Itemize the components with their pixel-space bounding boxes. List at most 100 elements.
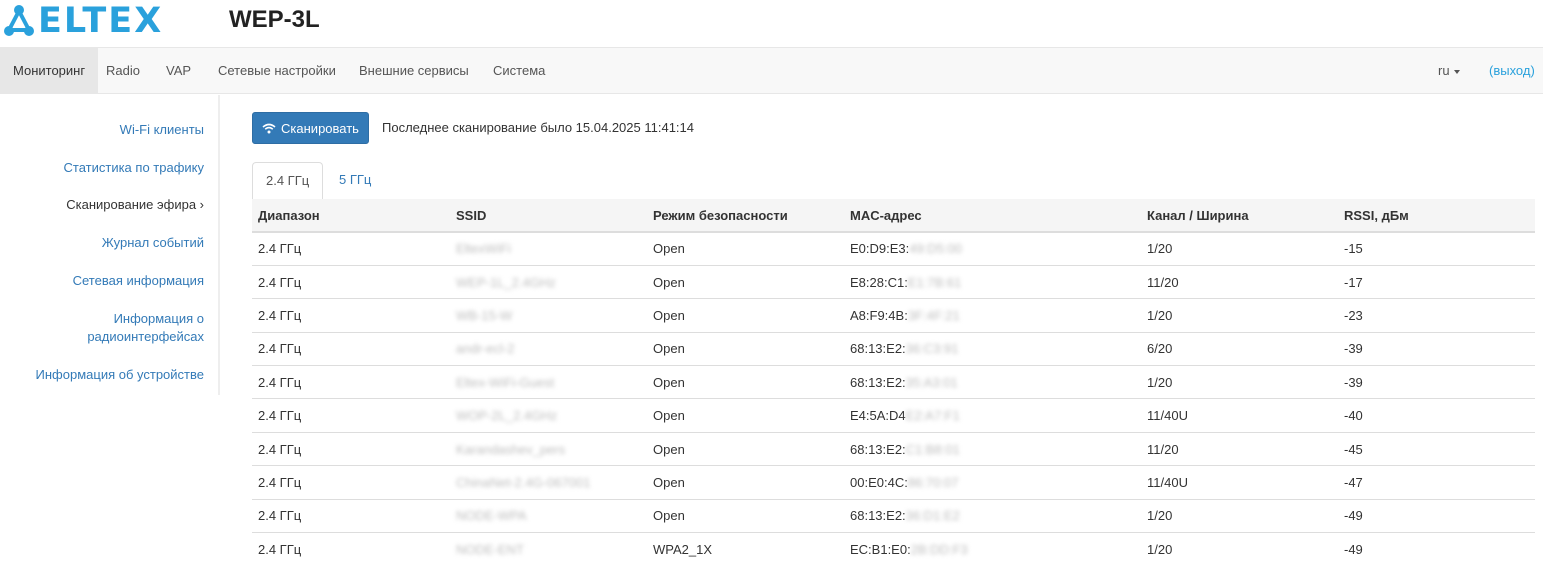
nav-item-vap[interactable]: VAP — [153, 48, 204, 94]
sidebar-item-air-scan[interactable]: Сканирование эфира › — [66, 196, 204, 214]
mac-prefix: E4:5A:D4 — [850, 408, 906, 424]
mac-prefix: 68:13:E2: — [850, 374, 906, 390]
cell-channel: 1/20 — [1141, 532, 1338, 566]
ssid-redacted: NODE-ENT — [456, 541, 524, 557]
mac-redacted: 35:A3:01 — [905, 374, 958, 390]
scan-button-label: Сканировать — [281, 120, 359, 136]
sidebar-item-radio-info[interactable]: Информация о радиоинтерфейсах — [87, 310, 204, 346]
ssid-redacted: Karandashev_pers — [456, 441, 566, 457]
table-row: 2.4 ГГц WEP-1L_2.4GHz Open E8:28:C1:E1:7B:6… — [252, 264, 1535, 299]
cell-rssi: -39 — [1338, 365, 1535, 399]
product-name: WEP-3L — [229, 6, 320, 33]
column-header-ssid[interactable]: SSID — [450, 199, 647, 233]
ssid-redacted: ChinaNet-2.4G-067001 — [456, 474, 591, 490]
ssid-redacted: WEP-1L_2.4GHz — [456, 274, 556, 290]
cell-rssi: -49 — [1338, 532, 1535, 566]
sidebar-item-wifi-clients[interactable]: Wi-Fi клиенты — [120, 121, 204, 139]
cell-channel: 1/20 — [1141, 365, 1338, 399]
cell-ssid: Eltex-WiFi-Guest — [450, 365, 647, 399]
cell-rssi: -17 — [1338, 264, 1535, 299]
cell-range: 2.4 ГГц — [252, 298, 450, 333]
band-tabs: 2.4 ГГц 5 ГГц — [252, 162, 1535, 201]
tab-2-4ghz[interactable]: 2.4 ГГц — [252, 162, 324, 201]
cell-rssi: -40 — [1338, 398, 1535, 433]
cell-ssid: andr-ecl-2 — [450, 331, 647, 366]
column-header-range[interactable]: Диапазон — [252, 199, 450, 233]
cell-security: Open — [647, 298, 844, 333]
cell-security: Open — [647, 264, 844, 299]
sidebar-item-device-info[interactable]: Информация об устройстве — [36, 366, 204, 384]
nav-item-monitoring[interactable]: Мониторинг — [0, 48, 99, 94]
sidebar-item-radio-info-line1: Информация о — [113, 311, 204, 326]
cell-mac: 68:13:E2:36:C3:91 — [844, 331, 1141, 366]
cell-security: Open — [647, 331, 844, 366]
language-dropdown[interactable]: ru — [1432, 48, 1466, 94]
cell-ssid: NODE-ENT — [450, 532, 647, 566]
cell-mac: A8:F9:4B:3F:4F:21 — [844, 298, 1141, 333]
cell-channel: 11/40U — [1141, 465, 1338, 500]
column-header-security[interactable]: Режим безопасности — [647, 199, 844, 233]
cell-range: 2.4 ГГц — [252, 532, 450, 566]
cell-channel: 11/20 — [1141, 431, 1338, 466]
scan-button[interactable]: Сканировать — [252, 112, 369, 144]
nav-item-external-services[interactable]: Внешние сервисы — [346, 48, 482, 94]
cell-rssi: -49 — [1338, 498, 1535, 533]
cell-mac: E4:5A:D4E2:A7:F1 — [844, 398, 1141, 433]
language-label: ru — [1438, 63, 1450, 78]
logout-link[interactable]: (выход) — [1489, 48, 1535, 94]
table-row: 2.4 ГГц EltexWiFi Open E0:D9:E3:49:D5:00 1/2… — [252, 231, 1535, 266]
column-header-channel[interactable]: Канал / Ширина — [1141, 199, 1338, 233]
wifi-icon — [262, 123, 276, 133]
cell-ssid: WOP-2L_2.4GHz — [450, 398, 647, 433]
cell-mac: 68:13:E2:36:D1:E2 — [844, 498, 1141, 533]
ssid-redacted: EltexWiFi — [456, 241, 511, 257]
mac-prefix: E8:28:C1: — [850, 274, 908, 290]
cell-security: WPA2_1X — [647, 532, 844, 566]
nav-item-network-settings[interactable]: Сетевые настройки — [205, 48, 349, 94]
table-row: 2.4 ГГц NODE-ENT WPA2_1X EC:B1:E0:2B:DD:F3 1… — [252, 532, 1535, 566]
cell-mac: E8:28:C1:E1:7B:61 — [844, 264, 1141, 299]
cell-security: Open — [647, 365, 844, 399]
table-row: 2.4 ГГц andr-ecl-2 Open 68:13:E2:36:C3:91 6/… — [252, 331, 1535, 366]
cell-ssid: WEP-1L_2.4GHz — [450, 264, 647, 299]
scan-results-table: Диапазон SSID Режим безопасности MAC-адр… — [252, 199, 1535, 566]
table-row: 2.4 ГГц NODE-WPA Open 68:13:E2:36:D1:E2 1/20… — [252, 498, 1535, 533]
cell-ssid: NODE-WPA — [450, 498, 647, 533]
cell-range: 2.4 ГГц — [252, 431, 450, 466]
cell-security: Open — [647, 431, 844, 466]
sidebar-item-network-info[interactable]: Сетевая информация — [73, 272, 204, 290]
nav-item-radio[interactable]: Radio — [93, 48, 153, 94]
sidebar-item-radio-info-line2: радиоинтерфейсах — [87, 329, 204, 344]
cell-mac: 00:E0:4C:86:70:07 — [844, 465, 1141, 500]
cell-range: 2.4 ГГц — [252, 465, 450, 500]
column-header-rssi[interactable]: RSSI, дБм — [1338, 199, 1535, 233]
mac-redacted: E1:7B:61 — [907, 274, 962, 290]
top-navbar: Мониторинг Radio VAP Сетевые настройки В… — [0, 47, 1543, 94]
nav-item-system[interactable]: Система — [480, 48, 558, 94]
mac-redacted: 2B:DD:F3 — [910, 541, 968, 557]
cell-range: 2.4 ГГц — [252, 264, 450, 299]
cell-security: Open — [647, 398, 844, 433]
cell-range: 2.4 ГГц — [252, 331, 450, 366]
mac-prefix: E0:D9:E3: — [850, 241, 910, 257]
logo-text: ELTEX — [38, 1, 164, 41]
scan-results-body: 2.4 ГГц EltexWiFi Open E0:D9:E3:49:D5:00 1/2… — [252, 231, 1535, 566]
table-header-row: Диапазон SSID Режим безопасности MAC-адр… — [252, 199, 1535, 233]
tab-5ghz[interactable]: 5 ГГц — [326, 162, 384, 200]
eltex-logo[interactable]: ELTEX — [4, 2, 163, 40]
sidebar-item-traffic-stats[interactable]: Статистика по трафику — [64, 159, 204, 177]
cell-mac: 68:13:E2:35:A3:01 — [844, 365, 1141, 399]
mac-redacted: E2:A7:F1 — [905, 408, 960, 424]
cell-security: Open — [647, 498, 844, 533]
sidebar-item-event-log[interactable]: Журнал событий — [102, 234, 204, 252]
table-row: 2.4 ГГц Eltex-WiFi-Guest Open 68:13:E2:35:A… — [252, 365, 1535, 399]
mac-prefix: A8:F9:4B: — [850, 307, 908, 323]
ssid-redacted: WOP-2L_2.4GHz — [456, 408, 558, 424]
mac-redacted: 36:D1:E2 — [905, 508, 960, 524]
table-row: 2.4 ГГц WB-15-W Open A8:F9:4B:3F:4F:21 1/20-… — [252, 298, 1535, 333]
column-header-mac[interactable]: MAC-адрес — [844, 199, 1141, 233]
cell-rssi: -39 — [1338, 331, 1535, 366]
cell-range: 2.4 ГГц — [252, 398, 450, 433]
mac-prefix: EC:B1:E0: — [850, 541, 911, 557]
cell-channel: 11/20 — [1141, 264, 1338, 299]
